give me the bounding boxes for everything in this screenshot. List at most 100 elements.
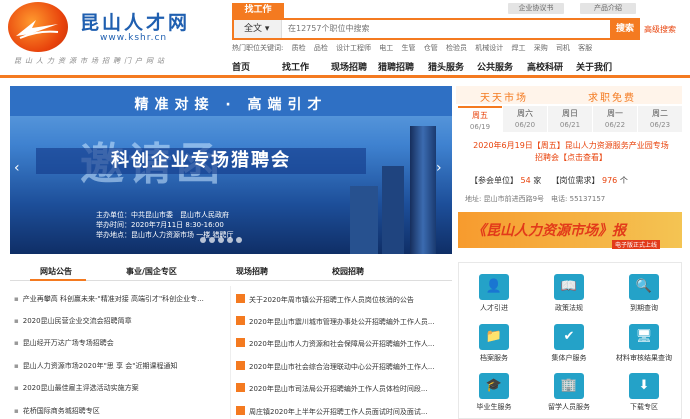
job-item[interactable]: 周庄镇2020年上半年公开招聘工作人员面试时间及面试... xyxy=(236,406,428,417)
banner-dot[interactable] xyxy=(218,237,224,243)
advanced-search-link[interactable]: 高级搜索 xyxy=(644,24,676,35)
day-tab-sat[interactable]: 周六 06/20 xyxy=(503,106,547,132)
search-button[interactable]: 搜索 xyxy=(610,18,640,40)
hot-keyword[interactable]: 仓管 xyxy=(424,44,438,52)
hot-keyword[interactable]: 焊工 xyxy=(511,44,525,52)
tab-public-sector[interactable]: 事业/国企专区 xyxy=(126,266,177,277)
enterprise-agreement-button[interactable]: 企业协议书 xyxy=(508,3,564,14)
hot-keyword[interactable]: 质检 xyxy=(292,44,306,52)
hot-keyword[interactable]: 机械设计 xyxy=(475,44,503,52)
search-input[interactable] xyxy=(288,20,558,38)
service-talent-intro[interactable]: 👤 人才引进 xyxy=(468,274,520,313)
service-download[interactable]: ⬇ 下载专区 xyxy=(618,373,670,412)
day-name: 周日 xyxy=(562,109,578,118)
service-material-review[interactable]: 🖥 材料审核结果查询 xyxy=(612,324,676,363)
nav-headhunt-service[interactable]: 猎头服务 xyxy=(428,60,464,73)
notice-item[interactable]: 昆山人力资源市场2020年"思 享 会"近期课程通知 xyxy=(14,361,178,371)
service-label: 留学人员服务 xyxy=(548,403,590,411)
job-item-text: 周庄镇2020年上半年公开招聘工作人员面试时间及面试... xyxy=(249,408,428,416)
search-tab-jobs[interactable]: 找工作 xyxy=(232,3,284,18)
service-label: 下载专区 xyxy=(630,403,658,411)
notice-item[interactable]: 产业再攀高 科创赢未来-"精准对接 高端引才"科创企业专... xyxy=(14,294,204,304)
graduate-icon: 🎓 xyxy=(479,373,509,399)
check-icon: ✔ xyxy=(554,324,584,350)
day-tab-tue[interactable]: 周二 06/23 xyxy=(638,106,682,132)
service-label: 人才引进 xyxy=(480,304,508,312)
job-item-icon xyxy=(236,316,245,325)
notice-item[interactable]: 2020昆山最佳雇主评选活动实施方案 xyxy=(14,383,139,393)
hot-keyword[interactable]: 品检 xyxy=(314,44,328,52)
job-item-text: 关于2020年周市镇公开招聘工作人员岗位核消的公告 xyxy=(249,296,414,304)
tab-campus-recruit[interactable]: 校园招聘 xyxy=(332,266,364,277)
job-item-icon xyxy=(236,406,245,415)
nav-public-service[interactable]: 公共服务 xyxy=(477,60,513,73)
service-overseas[interactable]: 🏢 留学人员服务 xyxy=(543,373,595,412)
notice-item[interactable]: 昆山经开万达广场专场招聘会 xyxy=(14,338,114,348)
banner-dot[interactable] xyxy=(236,237,242,243)
banner-dot[interactable] xyxy=(227,237,233,243)
product-intro-button[interactable]: 产品介绍 xyxy=(580,3,636,14)
nav-underline xyxy=(0,75,690,78)
notice-item[interactable]: 花桥国际商务城招聘专区 xyxy=(14,406,100,416)
building-graphic xyxy=(410,126,436,254)
day-date: 06/21 xyxy=(559,121,581,129)
job-item[interactable]: 2020年昆山市社会综合治理联动中心公开招聘编外工作人... xyxy=(236,361,435,372)
service-policy[interactable]: 📖 政策法规 xyxy=(543,274,595,313)
day-tab-mon[interactable]: 周一 06/22 xyxy=(593,106,637,132)
hot-keyword[interactable]: 司机 xyxy=(556,44,570,52)
newspaper-banner-sub: 电子版正式上线 xyxy=(612,240,661,249)
service-label: 集体户服务 xyxy=(551,354,587,362)
site-slogan: 昆山人力资源市场招聘门户网站 xyxy=(14,57,168,65)
job-item[interactable]: 2020年昆山市震川城市管理办事处公开招聘编外工作人员... xyxy=(236,316,435,327)
banner-next-icon[interactable]: › xyxy=(436,160,442,176)
banner-info-line: 举办时间：2020年7月11日 8:30-16:00 xyxy=(96,221,224,229)
hot-keyword[interactable]: 电工 xyxy=(379,44,393,52)
download-icon: ⬇ xyxy=(629,373,659,399)
banner-tagline: 精准对接 · 高端引才 xyxy=(134,97,328,113)
banner-dot[interactable] xyxy=(200,237,206,243)
day-name: 周二 xyxy=(652,109,668,118)
event-stats: 【参会单位】 54 家 【岗位需求】 976 个 xyxy=(470,175,628,186)
search-scope-select[interactable]: 全文 ▾ xyxy=(234,20,282,38)
job-item[interactable]: 2020年昆山市人力资源和社会保障局公开招聘编外工作人... xyxy=(236,338,435,349)
day-date: 06/23 xyxy=(649,121,671,129)
job-item-icon xyxy=(236,294,245,303)
market-event-link[interactable]: 2020年6月19日【周五】昆山人力资源服务产业园专场 招聘会【点击查看】 xyxy=(460,140,682,164)
hero-banner[interactable]: 精准对接 · 高端引才 邀请函 科创企业专场猎聘会 主办单位：中共昆山市委 昆山… xyxy=(10,86,452,254)
service-collective-household[interactable]: ✔ 集体户服务 xyxy=(543,324,595,363)
day-date: 06/20 xyxy=(514,121,536,129)
service-expiry-query[interactable]: 🔍 到期查询 xyxy=(618,274,670,313)
tab-onsite-recruit[interactable]: 现场招聘 xyxy=(236,266,268,277)
service-archive[interactable]: 📁 档案服务 xyxy=(468,324,520,363)
banner-info-line: 主办单位：中共昆山市委 昆山市人民政府 xyxy=(96,211,229,219)
nav-onsite-recruit[interactable]: 现场招聘 xyxy=(331,60,367,73)
hot-keyword[interactable]: 检验员 xyxy=(446,44,467,52)
day-tab-sun[interactable]: 周日 06/21 xyxy=(548,106,592,132)
notice-item[interactable]: 2020昆山民营企业交流会招聘简章 xyxy=(14,316,132,326)
building-icon: 🏢 xyxy=(554,373,584,399)
day-tab-fri[interactable]: 周五 06/19 xyxy=(458,106,502,132)
hot-keyword[interactable]: 生管 xyxy=(402,44,416,52)
nav-about[interactable]: 关于我们 xyxy=(576,60,612,73)
service-graduate[interactable]: 🎓 毕业生服务 xyxy=(468,373,520,412)
hot-keyword[interactable]: 设计工程师 xyxy=(336,44,371,52)
banner-prev-icon[interactable]: ‹ xyxy=(14,160,20,176)
hot-keyword[interactable]: 采购 xyxy=(534,44,548,52)
service-label: 材料审核结果查询 xyxy=(616,354,672,362)
nav-home[interactable]: 首页 xyxy=(232,60,250,73)
person-icon: 👤 xyxy=(479,274,509,300)
nav-university[interactable]: 高校科研 xyxy=(527,60,563,73)
nav-find-job[interactable]: 找工作 xyxy=(282,60,309,73)
banner-dot[interactable] xyxy=(209,237,215,243)
job-item[interactable]: 2020年昆山市司法局公开招聘编外工作人员体检时间段... xyxy=(236,383,428,394)
service-label: 档案服务 xyxy=(480,354,508,362)
hot-keyword[interactable]: 客服 xyxy=(578,44,592,52)
building-graphic xyxy=(350,186,378,254)
jobs-count: 976 xyxy=(602,176,618,185)
nav-headhunt-recruit[interactable]: 猎聘招聘 xyxy=(378,60,414,73)
job-item[interactable]: 关于2020年周市镇公开招聘工作人员岗位核消的公告 xyxy=(236,294,414,305)
folder-icon: 📁 xyxy=(479,324,509,350)
job-item-text: 2020年昆山市震川城市管理办事处公开招聘编外工作人员... xyxy=(249,318,435,326)
day-name: 周五 xyxy=(472,111,488,120)
tab-announcements[interactable]: 网站公告 xyxy=(40,266,72,277)
